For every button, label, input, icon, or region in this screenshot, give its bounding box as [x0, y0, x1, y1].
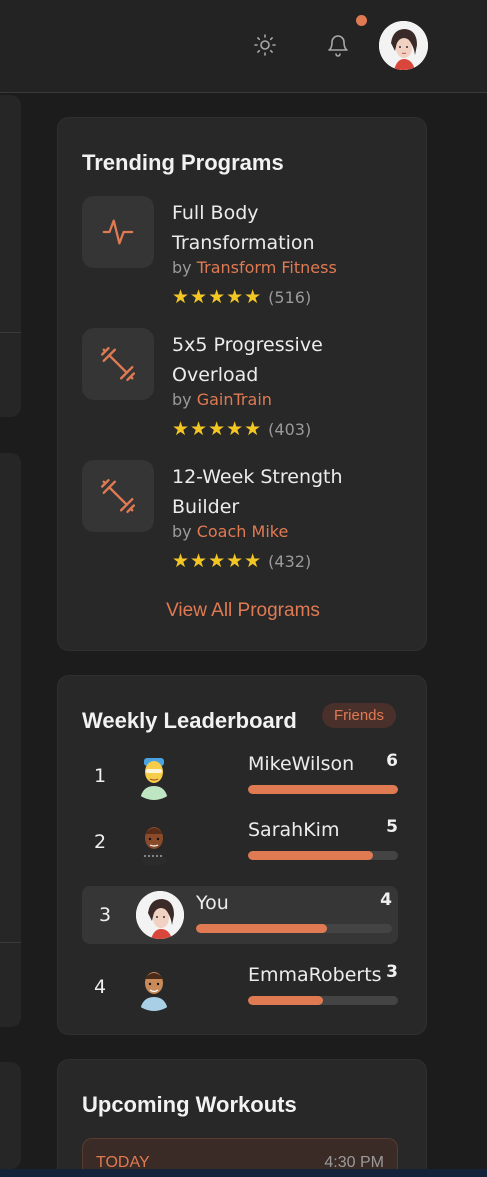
avatar	[136, 891, 184, 939]
trending-programs-card: Trending Programs Full Body Transformati…	[57, 117, 427, 651]
notification-badge	[356, 15, 367, 26]
top-bar	[0, 0, 487, 93]
program-author-line: by Transform Fitness	[172, 258, 337, 277]
program-author[interactable]: Transform Fitness	[197, 258, 337, 277]
progress-fill	[248, 785, 398, 794]
leaderboard-score: 5	[386, 817, 398, 837]
program-name: Full Body Transformation	[172, 202, 315, 254]
rank-number: 2	[93, 831, 107, 853]
leaderboard-score: 6	[386, 751, 398, 771]
dumbbell-icon	[100, 346, 136, 382]
bottom-edge	[0, 1169, 487, 1177]
leaderboard-row[interactable]: 1 MikeWilson 6	[82, 747, 398, 805]
rating-count: (516)	[268, 287, 312, 307]
rank-number: 1	[93, 765, 107, 787]
rank-number: 3	[98, 904, 112, 926]
program-rating: ★★★★★ (432)	[172, 550, 311, 572]
program-author[interactable]: Coach Mike	[197, 522, 289, 541]
avatar	[130, 818, 178, 866]
activity-icon	[102, 219, 134, 245]
star-rating-icons: ★★★★★	[172, 286, 263, 308]
program-name: 5x5 Progressive Overload	[172, 334, 323, 386]
leaderboard-row[interactable]: 2 SarahKim 5	[82, 813, 398, 871]
leaderboard-name: EmmaRoberts	[248, 964, 382, 986]
divider	[0, 942, 21, 943]
progress-bar	[248, 851, 398, 860]
dumbbell-icon	[100, 478, 136, 514]
program-author-line: by GainTrain	[172, 390, 272, 409]
program-item[interactable]: Full Body Transformation by Transform Fi…	[82, 196, 412, 316]
progress-fill	[248, 851, 373, 860]
upcoming-title: Upcoming Workouts	[82, 1092, 297, 1117]
progress-fill	[248, 996, 323, 1005]
program-icon-tile	[82, 460, 154, 532]
left-panel-fragment	[0, 453, 21, 1027]
friends-filter-badge[interactable]: Friends	[322, 703, 397, 728]
by-label: by	[172, 390, 192, 409]
leaderboard-name: MikeWilson	[248, 753, 355, 775]
program-rating: ★★★★★ (516)	[172, 286, 311, 308]
star-rating-icons: ★★★★★	[172, 550, 263, 572]
rating-count: (432)	[268, 551, 312, 571]
leaderboard-row[interactable]: 4 EmmaRoberts 3	[82, 958, 398, 1016]
bell-icon	[328, 35, 348, 57]
leaderboard-row-current-user[interactable]: 3 You 4	[82, 886, 398, 944]
trending-title: Trending Programs	[82, 150, 284, 175]
left-panel-fragment	[0, 95, 21, 417]
progress-fill	[196, 924, 327, 933]
left-panel-fragment	[0, 1062, 21, 1169]
theme-toggle-button[interactable]	[252, 32, 278, 58]
notifications-button[interactable]	[324, 30, 352, 60]
by-label: by	[172, 258, 192, 277]
avatar	[130, 752, 178, 800]
leaderboard-score: 4	[380, 890, 392, 910]
by-label: by	[172, 522, 192, 541]
view-all-programs-link[interactable]: View All Programs	[58, 600, 428, 622]
avatar	[130, 963, 178, 1011]
progress-bar	[196, 924, 392, 933]
star-rating-icons: ★★★★★	[172, 418, 263, 440]
leaderboard-card: Weekly Leaderboard Friends 1 MikeWilson …	[57, 675, 427, 1035]
leaderboard-score: 3	[386, 962, 398, 982]
leaderboard-name: You	[196, 892, 229, 914]
program-author[interactable]: GainTrain	[197, 390, 272, 409]
progress-bar	[248, 996, 398, 1005]
divider	[0, 332, 21, 333]
program-icon-tile	[82, 328, 154, 400]
upcoming-workouts-card: Upcoming Workouts TODAY 4:30 PM	[57, 1059, 427, 1177]
leaderboard-name: SarahKim	[248, 819, 340, 841]
user-avatar[interactable]	[379, 21, 428, 70]
program-item[interactable]: 5x5 Progressive Overload by GainTrain ★★…	[82, 328, 412, 448]
sun-icon	[254, 34, 276, 56]
program-name: 12-Week Strength Builder	[172, 466, 343, 518]
rank-number: 4	[93, 976, 107, 998]
rating-count: (403)	[268, 419, 312, 439]
program-author-line: by Coach Mike	[172, 522, 288, 541]
program-icon-tile	[82, 196, 154, 268]
progress-bar	[248, 785, 398, 794]
program-rating: ★★★★★ (403)	[172, 418, 311, 440]
leaderboard-title: Weekly Leaderboard	[82, 708, 297, 733]
program-item[interactable]: 12-Week Strength Builder by Coach Mike ★…	[82, 460, 412, 580]
